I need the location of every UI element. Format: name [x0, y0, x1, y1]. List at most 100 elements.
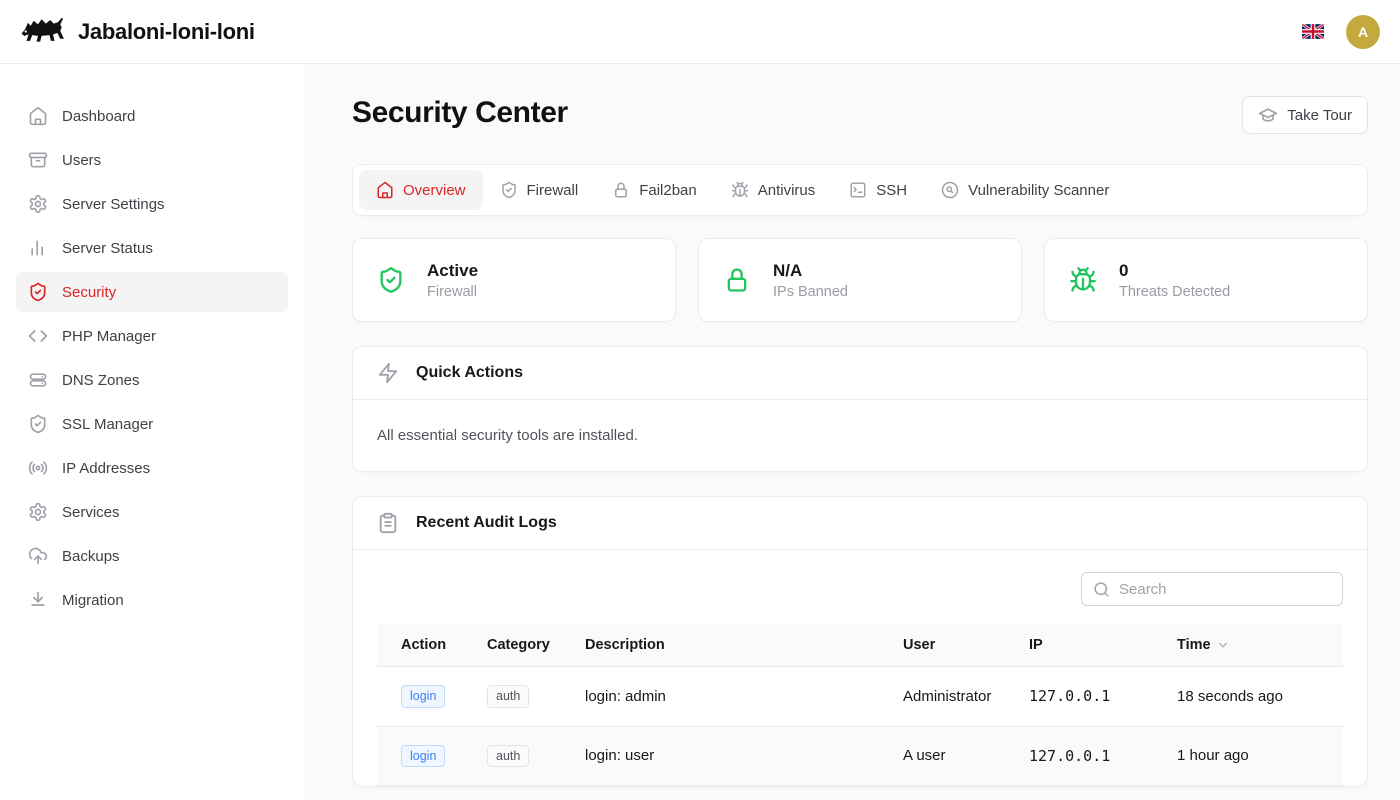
sidebar-item-security[interactable]: Security: [16, 272, 288, 312]
search-icon: [1093, 581, 1110, 598]
audit-logs-table: Action Category Description User IP Time: [377, 624, 1343, 786]
sidebar-item-ssl-manager[interactable]: SSL Manager: [16, 404, 288, 444]
tab-label: Overview: [403, 182, 466, 199]
gear-icon: [28, 194, 48, 214]
download-icon: [28, 590, 48, 610]
sidebar-item-label: Users: [62, 152, 101, 169]
sidebar-item-label: IP Addresses: [62, 460, 150, 477]
sidebar-item-server-settings[interactable]: Server Settings: [16, 184, 288, 224]
sidebar-item-users[interactable]: Users: [16, 140, 288, 180]
log-ip: 127.0.0.1: [1029, 667, 1177, 727]
sidebar-item-php-manager[interactable]: PHP Manager: [16, 316, 288, 356]
take-tour-button[interactable]: Take Tour: [1242, 96, 1368, 134]
sidebar-item-label: Migration: [62, 592, 124, 609]
sidebar-item-label: DNS Zones: [62, 372, 140, 389]
log-time: 1 hour ago: [1177, 726, 1343, 786]
tab-antivirus[interactable]: Antivirus: [714, 170, 833, 210]
tab-label: Firewall: [527, 182, 579, 199]
stat-value: Active: [427, 261, 478, 281]
log-description: login: admin: [585, 667, 903, 727]
cloud-upload-icon: [28, 546, 48, 566]
log-user: Administrator: [903, 667, 1029, 727]
stat-value: 0: [1119, 261, 1230, 281]
home-icon: [28, 106, 48, 126]
shield-check-icon: [28, 414, 48, 434]
sidebar-item-label: Backups: [62, 548, 120, 565]
column-header-description[interactable]: Description: [585, 624, 903, 667]
search-input[interactable]: [1119, 581, 1331, 598]
take-tour-label: Take Tour: [1287, 107, 1352, 124]
sidebar-item-label: SSL Manager: [62, 416, 153, 433]
table-row[interactable]: login auth login: user A user 127.0.0.1 …: [377, 726, 1343, 786]
chevron-down-icon: [1216, 638, 1230, 652]
stat-card-firewall: Active Firewall: [352, 238, 676, 322]
user-avatar[interactable]: A: [1346, 15, 1380, 49]
log-time: 18 seconds ago: [1177, 667, 1343, 727]
tab-vulnerability-scanner[interactable]: Vulnerability Scanner: [924, 170, 1126, 210]
graduation-cap-icon: [1258, 105, 1278, 125]
top-header: Jabaloni-loni-loni A: [0, 0, 1400, 64]
sidebar-item-backups[interactable]: Backups: [16, 536, 288, 576]
audit-search[interactable]: [1081, 572, 1343, 606]
log-ip: 127.0.0.1: [1029, 726, 1177, 786]
sidebar-item-label: PHP Manager: [62, 328, 156, 345]
stat-card-threats: 0 Threats Detected: [1044, 238, 1368, 322]
category-badge: auth: [487, 685, 529, 708]
sidebar-item-label: Server Settings: [62, 196, 165, 213]
clipboard-icon: [377, 512, 399, 534]
code-icon: [28, 326, 48, 346]
tab-fail2ban[interactable]: Fail2ban: [595, 170, 714, 210]
stat-label: Firewall: [427, 284, 478, 300]
sidebar-item-migration[interactable]: Migration: [16, 580, 288, 620]
quick-actions-message: All essential security tools are install…: [353, 400, 1367, 471]
action-badge: login: [401, 685, 445, 708]
sidebar-item-label: Services: [62, 504, 120, 521]
page-title: Security Center: [352, 96, 568, 130]
bug-icon: [731, 181, 749, 199]
sidebar-item-dns-zones[interactable]: DNS Zones: [16, 360, 288, 400]
status-cards: Active Firewall N/A IPs Banned 0 Threats…: [352, 238, 1368, 322]
stat-label: Threats Detected: [1119, 284, 1230, 300]
server-icon: [28, 370, 48, 390]
lightning-icon: [377, 362, 399, 384]
tab-ssh[interactable]: SSH: [832, 170, 924, 210]
tab-firewall[interactable]: Firewall: [483, 170, 596, 210]
bug-icon: [1069, 266, 1097, 294]
tab-label: Antivirus: [758, 182, 816, 199]
sidebar-item-dashboard[interactable]: Dashboard: [16, 96, 288, 136]
column-header-time[interactable]: Time: [1177, 624, 1343, 667]
terminal-icon: [849, 181, 867, 199]
action-badge: login: [401, 745, 445, 768]
sidebar-item-label: Server Status: [62, 240, 153, 257]
home-icon: [376, 181, 394, 199]
audit-logs-card: Recent Audit Logs Action: [352, 496, 1368, 787]
column-header-ip[interactable]: IP: [1029, 624, 1177, 667]
tab-overview[interactable]: Overview: [359, 170, 483, 210]
brand[interactable]: Jabaloni-loni-loni: [20, 15, 255, 48]
radio-waves-icon: [28, 458, 48, 478]
language-flag-icon[interactable]: [1302, 24, 1324, 39]
log-user: A user: [903, 726, 1029, 786]
sidebar-item-ip-addresses[interactable]: IP Addresses: [16, 448, 288, 488]
stat-card-ips-banned: N/A IPs Banned: [698, 238, 1022, 322]
audit-logs-title: Recent Audit Logs: [416, 514, 557, 532]
lock-icon: [723, 266, 751, 294]
security-tabs: Overview Firewall Fail2ban Antivirus SSH: [352, 164, 1368, 216]
quick-actions-title: Quick Actions: [416, 364, 523, 382]
tab-label: Fail2ban: [639, 182, 697, 199]
sidebar-item-server-status[interactable]: Server Status: [16, 228, 288, 268]
column-header-category[interactable]: Category: [487, 624, 585, 667]
shield-check-icon: [28, 282, 48, 302]
category-badge: auth: [487, 745, 529, 768]
tab-label: Vulnerability Scanner: [968, 182, 1109, 199]
stat-value: N/A: [773, 261, 848, 281]
sidebar-item-services[interactable]: Services: [16, 492, 288, 532]
quick-actions-card: Quick Actions All essential security too…: [352, 346, 1368, 472]
log-description: login: user: [585, 726, 903, 786]
stat-label: IPs Banned: [773, 284, 848, 300]
bar-chart-icon: [28, 238, 48, 258]
table-row[interactable]: login auth login: admin Administrator 12…: [377, 667, 1343, 727]
column-header-action[interactable]: Action: [377, 624, 487, 667]
column-header-user[interactable]: User: [903, 624, 1029, 667]
shield-check-icon: [377, 266, 405, 294]
